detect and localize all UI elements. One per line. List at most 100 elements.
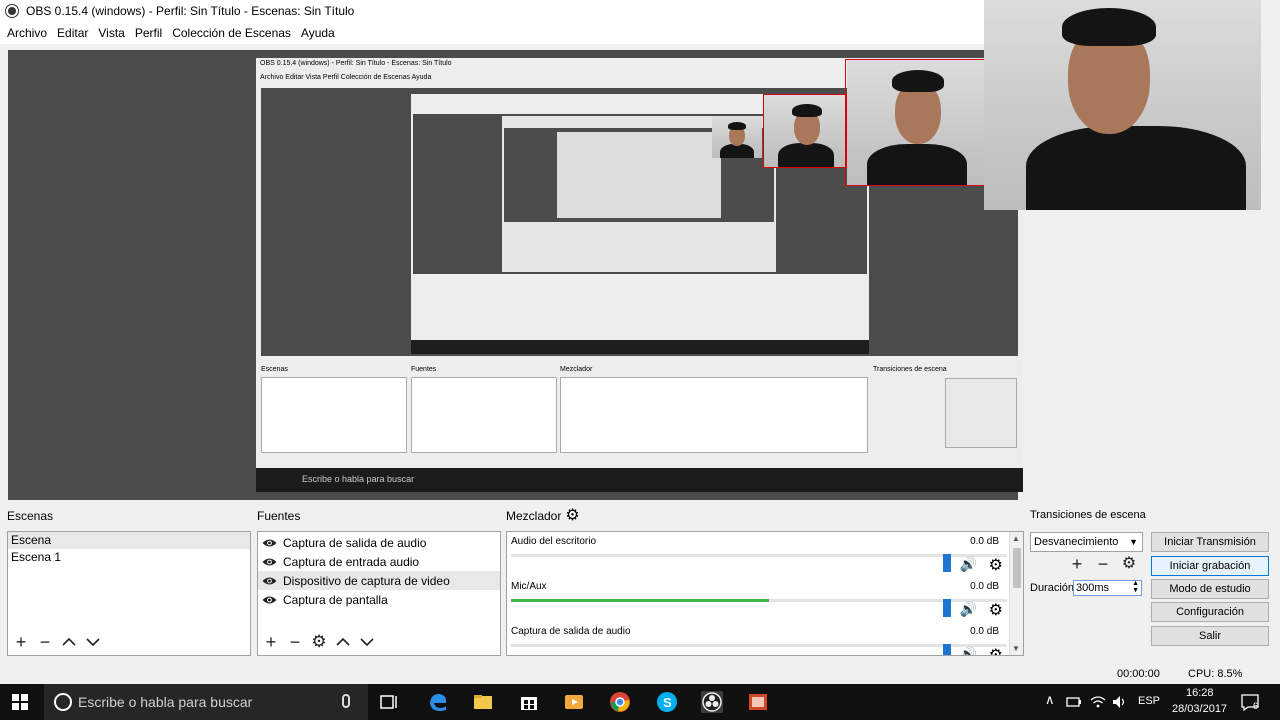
- file-explorer-icon[interactable]: [472, 691, 494, 713]
- nested-taskbar-2: [411, 340, 869, 354]
- wifi-icon[interactable]: [1090, 694, 1106, 710]
- nested-taskbar: Escribe o habla para buscar: [256, 468, 1023, 492]
- mixer-label: Mezclador: [506, 509, 562, 523]
- eye-icon[interactable]: [262, 557, 277, 567]
- nested-controls-panel: [945, 378, 1017, 448]
- speaker-icon[interactable]: 🔊: [960, 556, 977, 573]
- source-item[interactable]: Captura de pantalla: [258, 590, 500, 609]
- level-meter: [511, 644, 1007, 647]
- skype-icon[interactable]: S: [656, 691, 678, 713]
- speaker-icon[interactable]: 🔊: [960, 601, 977, 618]
- remove-transition-minus-icon[interactable]: −: [1094, 555, 1112, 573]
- source-item[interactable]: Captura de entrada audio: [258, 552, 500, 571]
- source-item[interactable]: Captura de salida de audio: [258, 533, 500, 552]
- source-label: Captura de entrada audio: [283, 554, 420, 569]
- meter-fill: [511, 599, 769, 602]
- cortana-icon: [54, 693, 72, 711]
- window-title: OBS 0.15.4 (windows) - Perfil: Sin Títul…: [26, 4, 355, 18]
- chevron-down-icon: ▼: [1129, 537, 1138, 547]
- add-source-plus-icon[interactable]: +: [262, 633, 280, 651]
- menu-editar[interactable]: Editar: [52, 26, 93, 40]
- clock-date[interactable]: 28/03/2017: [1172, 703, 1227, 715]
- add-transition-plus-icon[interactable]: +: [1068, 555, 1086, 573]
- nested-menu-bar: Archivo Editar Vista Perfil Colección de…: [260, 74, 432, 81]
- obs-taskbar-icon[interactable]: [701, 691, 723, 713]
- transition-gear-icon[interactable]: ⚙: [1120, 555, 1138, 573]
- store-icon[interactable]: [518, 691, 540, 713]
- media-player-icon[interactable]: [563, 691, 585, 713]
- cpu-usage: CPU: 8.5%: [1188, 668, 1243, 680]
- duration-input[interactable]: 300ms ▲ ▼: [1073, 580, 1142, 596]
- menu-coleccion-escenas[interactable]: Colección de Escenas: [167, 26, 296, 40]
- nested-mixer-label: Mezclador: [560, 366, 593, 373]
- start-record-button[interactable]: Iniciar grabación: [1151, 556, 1269, 576]
- source-label: Captura de salida de audio: [283, 535, 427, 550]
- battery-icon[interactable]: [1066, 694, 1082, 710]
- mixer-scrollbar[interactable]: ▲ ▼: [1009, 532, 1023, 655]
- spinner-arrows-icon[interactable]: ▲ ▼: [1132, 580, 1139, 594]
- scroll-down-icon[interactable]: ▼: [1012, 644, 1020, 653]
- webcam-overlay: [984, 0, 1261, 210]
- menu-archivo[interactable]: Archivo: [2, 26, 52, 40]
- nested-selection-frame-3: [763, 94, 847, 168]
- menu-perfil[interactable]: Perfil: [130, 26, 167, 40]
- windows-taskbar: Escribe o habla para buscar S ∧ ESP 16:2…: [0, 684, 1280, 720]
- nested-sources-label: Fuentes: [411, 366, 437, 373]
- windows-start-icon[interactable]: [12, 694, 28, 710]
- move-up-chevron-icon[interactable]: [334, 633, 352, 651]
- transition-select[interactable]: Desvanecimiento ▼: [1030, 532, 1143, 552]
- move-up-chevron-icon[interactable]: [60, 633, 78, 651]
- channel-name: Mic/Aux: [511, 581, 547, 592]
- channel-gear-icon[interactable]: ⚙: [989, 600, 1003, 620]
- remove-scene-minus-icon[interactable]: −: [36, 633, 54, 651]
- scenes-toolbar: + −: [12, 633, 102, 651]
- move-down-chevron-icon[interactable]: [84, 633, 102, 651]
- clock-time[interactable]: 16:28: [1186, 687, 1214, 699]
- source-item[interactable]: Dispositivo de captura de video: [258, 571, 500, 590]
- menu-ayuda[interactable]: Ayuda: [296, 26, 340, 40]
- channel-db: 0.0 dB: [970, 581, 999, 592]
- channel-gear-icon[interactable]: ⚙: [989, 645, 1003, 655]
- scroll-thumb[interactable]: [1013, 548, 1021, 588]
- nested-webcam-4: [712, 116, 762, 158]
- start-stream-button[interactable]: Iniciar Transmisión: [1151, 532, 1269, 552]
- source-properties-gear-icon[interactable]: ⚙: [310, 633, 328, 651]
- settings-button[interactable]: Configuración: [1151, 602, 1269, 622]
- scene-item[interactable]: Escena 1: [8, 549, 250, 566]
- search-placeholder: Escribe o habla para buscar: [78, 694, 253, 710]
- speaker-icon[interactable]: 🔊: [960, 646, 977, 655]
- status-bar: 00:00:00 CPU: 8.5%: [0, 664, 1280, 684]
- channel-gear-icon[interactable]: ⚙: [989, 555, 1003, 575]
- add-scene-plus-icon[interactable]: +: [12, 633, 30, 651]
- input-language[interactable]: ESP: [1138, 695, 1160, 707]
- sources-label: Fuentes: [257, 509, 301, 523]
- transition-toolbar: + − ⚙: [1068, 555, 1138, 573]
- task-view-icon[interactable]: [378, 691, 400, 713]
- move-down-chevron-icon[interactable]: [358, 633, 376, 651]
- remove-source-minus-icon[interactable]: −: [286, 633, 304, 651]
- nested-search-text: Escribe o habla para buscar: [302, 474, 415, 484]
- webcam-selection-frame[interactable]: [845, 59, 985, 186]
- eye-icon[interactable]: [262, 595, 277, 605]
- scenes-list: Escena Escena 1 + −: [7, 531, 251, 656]
- powerpoint-icon[interactable]: [747, 691, 769, 713]
- volume-slider-handle[interactable]: [943, 554, 951, 572]
- volume-slider-handle[interactable]: [943, 599, 951, 617]
- eye-icon[interactable]: [262, 538, 277, 548]
- edge-browser-icon[interactable]: [427, 691, 449, 713]
- taskbar-search[interactable]: Escribe o habla para buscar: [44, 684, 368, 720]
- menu-vista[interactable]: Vista: [93, 26, 129, 40]
- scroll-up-icon[interactable]: ▲: [1012, 534, 1020, 543]
- chrome-icon[interactable]: [609, 691, 631, 713]
- volume-icon[interactable]: [1112, 694, 1128, 710]
- sources-toolbar: + − ⚙: [262, 633, 376, 651]
- tray-chevron-up-icon[interactable]: ∧: [1045, 692, 1055, 708]
- studio-mode-button[interactable]: Modo de estudio: [1151, 579, 1269, 599]
- microphone-icon[interactable]: [342, 694, 350, 708]
- svg-text:S: S: [663, 695, 672, 710]
- mixer-gear-icon[interactable]: ⚙: [565, 508, 579, 524]
- exit-button[interactable]: Salir: [1151, 626, 1269, 646]
- volume-slider-handle[interactable]: [943, 644, 951, 655]
- eye-icon[interactable]: [262, 576, 277, 586]
- scene-item[interactable]: Escena: [8, 532, 250, 549]
